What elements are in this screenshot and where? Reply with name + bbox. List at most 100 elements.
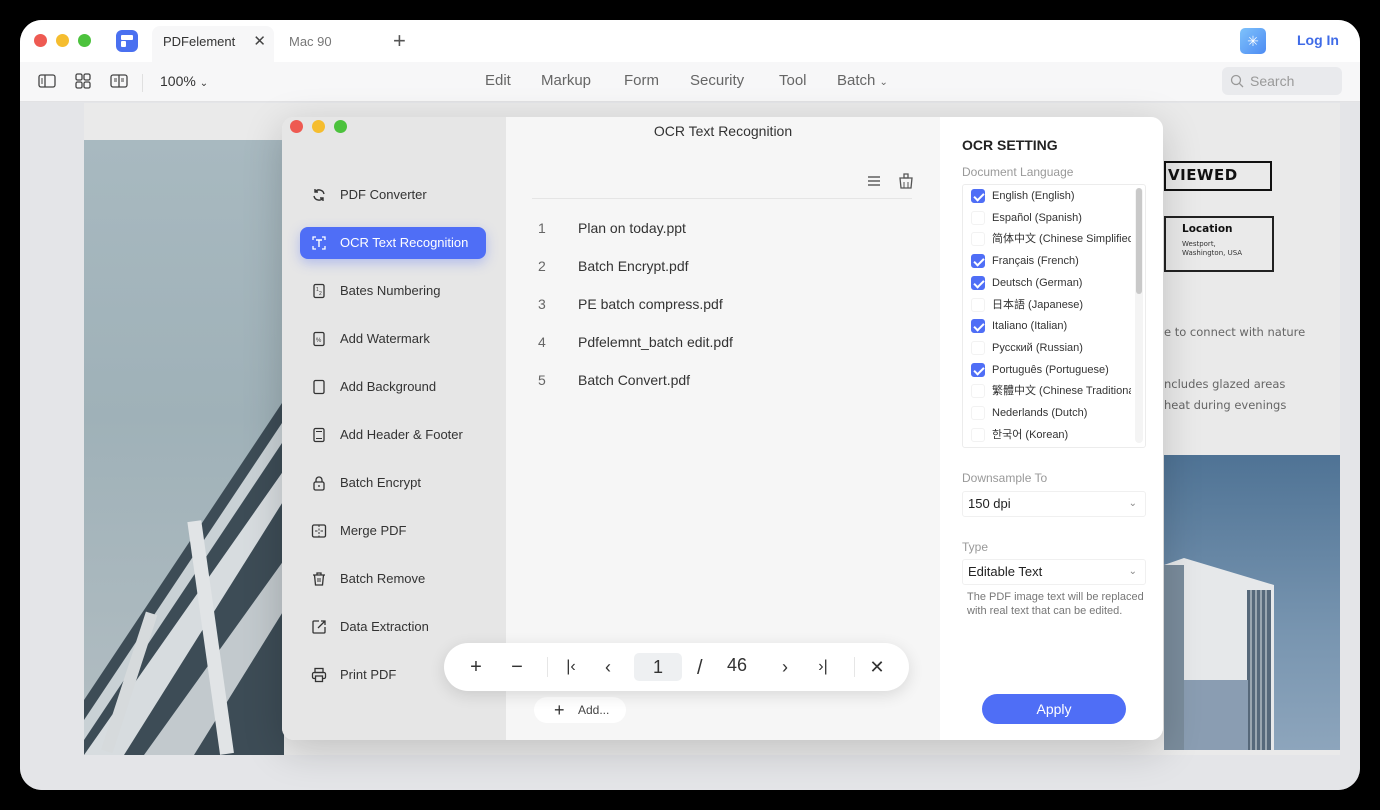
search-input[interactable]: Search — [1222, 67, 1342, 95]
export-icon — [312, 620, 326, 634]
downsample-select[interactable]: 150 dpi ⌄ — [962, 491, 1146, 517]
apply-button[interactable]: Apply — [982, 694, 1126, 724]
language-checkbox[interactable] — [971, 232, 985, 247]
sidebar-toggle-icon[interactable] — [38, 73, 56, 89]
menu-security[interactable]: Security — [690, 72, 744, 89]
add-files-label: Add... — [578, 703, 610, 717]
language-checkbox[interactable] — [971, 275, 985, 290]
tab-mac-90[interactable]: Mac 90 — [276, 26, 396, 62]
new-tab-plus-icon[interactable]: + — [393, 29, 406, 53]
clear-list-broom-icon[interactable] — [897, 172, 915, 190]
language-option[interactable]: Nederlands (Dutch) — [971, 403, 1131, 423]
sidebar-item-pdf-converter[interactable]: PDF Converter — [300, 179, 486, 211]
language-option[interactable]: Italiano (Italian) — [971, 316, 1131, 336]
location-line: Westport, — [1182, 240, 1216, 248]
language-option[interactable]: Português (Portuguese) — [971, 360, 1131, 380]
zoom-in-icon[interactable]: + — [464, 655, 488, 679]
next-page-icon[interactable]: › — [773, 655, 797, 679]
sidebar-item-data-extraction[interactable]: Data Extraction — [300, 611, 486, 643]
last-page-icon[interactable]: ›| — [811, 655, 835, 679]
sidebar-item-label: Batch Remove — [340, 571, 426, 586]
sidebar-item-ocr-text-recognition[interactable]: OCR Text Recognition — [300, 227, 486, 259]
language-checkbox[interactable] — [971, 297, 985, 312]
background-icon — [313, 379, 325, 395]
login-link[interactable]: Log In — [1297, 32, 1339, 48]
window-zoom-button[interactable] — [78, 34, 91, 47]
language-label: Italiano (Italian) — [992, 320, 1068, 333]
first-page-icon[interactable]: |‹ — [559, 655, 583, 679]
file-list-item[interactable]: 4 Pdfelemnt_batch edit.pdf — [538, 334, 918, 354]
language-checkbox[interactable] — [971, 319, 985, 334]
language-list-scrollbar[interactable] — [1135, 188, 1143, 443]
previous-page-icon[interactable]: ‹ — [596, 655, 620, 679]
menu-form[interactable]: Form — [624, 72, 659, 89]
location-line: Washington, USA — [1182, 249, 1243, 257]
file-list-item[interactable]: 2 Batch Encrypt.pdf — [538, 258, 918, 278]
window-close-button[interactable] — [34, 34, 47, 47]
language-option[interactable]: Español (Spanish) — [971, 208, 1131, 228]
two-page-view-icon[interactable] — [110, 73, 128, 89]
zoom-dropdown[interactable]: 100% ⌄ — [160, 73, 208, 89]
sidebar-item-merge-pdf[interactable]: Merge PDF — [300, 515, 486, 547]
language-option[interactable]: Français (French) — [971, 251, 1131, 271]
file-list-item[interactable]: 1 Plan on today.ppt — [538, 220, 918, 240]
toolbar: 100% ⌄ Edit Markup Form Security Tool Ba… — [20, 62, 1360, 102]
window-minimize-button[interactable] — [56, 34, 69, 47]
menu-batch[interactable]: Batch ⌄ — [837, 72, 888, 89]
language-option[interactable]: Deutsch (German) — [971, 273, 1131, 293]
tab-close-icon[interactable]: ✕ — [253, 26, 266, 58]
doc-paragraph-text: heat during evenings — [1164, 398, 1287, 412]
type-select[interactable]: Editable Text ⌄ — [962, 559, 1146, 585]
file-list-item[interactable]: 3 PE batch compress.pdf — [538, 296, 918, 316]
language-list[interactable]: English (English) Español (Spanish) 简体中文 (… — [962, 184, 1146, 448]
language-label: 日本語 (Japanese) — [992, 298, 1084, 311]
tab-label: PDFelement — [163, 34, 236, 49]
thumbnail-grid-icon[interactable] — [74, 73, 92, 89]
language-checkbox[interactable] — [971, 340, 985, 355]
pager-divider — [547, 657, 548, 677]
downsample-label: Downsample To — [962, 471, 1048, 485]
language-checkbox[interactable] — [971, 254, 985, 269]
sidebar-item-bates-numbering[interactable]: 12 Bates Numbering — [300, 275, 486, 307]
language-option[interactable]: 繁體中文 (Chinese Traditional) — [971, 381, 1131, 401]
language-option[interactable]: 日本語 (Japanese) — [971, 295, 1131, 315]
language-checkbox[interactable] — [971, 210, 985, 225]
menu-edit[interactable]: Edit — [485, 72, 511, 89]
language-option[interactable]: 한국어 (Korean) — [971, 425, 1131, 445]
language-checkbox[interactable] — [971, 406, 985, 420]
sidebar-item-batch-encrypt[interactable]: Batch Encrypt — [300, 467, 486, 499]
dialog-minimize-button[interactable] — [312, 120, 325, 133]
zoom-out-icon[interactable]: − — [505, 655, 529, 679]
add-files-button[interactable]: + Add... — [534, 697, 626, 723]
scroll-thumb[interactable] — [1136, 188, 1142, 294]
location-title: Location — [1182, 223, 1233, 235]
dialog-zoom-button[interactable] — [334, 120, 347, 133]
file-list-item[interactable]: 5 Batch Convert.pdf — [538, 372, 918, 392]
page-number-input[interactable]: 1 — [634, 653, 682, 681]
file-name: Pdfelemnt_batch edit.pdf — [578, 334, 733, 350]
language-checkbox[interactable] — [971, 189, 985, 203]
list-menu-icon[interactable] — [865, 172, 883, 190]
list-divider — [532, 198, 912, 199]
ai-assistant-icon[interactable]: ✳ — [1240, 28, 1266, 54]
close-pager-icon[interactable]: ✕ — [865, 655, 889, 679]
sidebar-item-label: Add Watermark — [340, 331, 430, 346]
sidebar-item-add-header-footer[interactable]: Add Header & Footer — [300, 419, 486, 451]
sidebar-item-batch-remove[interactable]: Batch Remove — [300, 563, 486, 595]
chevron-down-icon: ⌄ — [1128, 566, 1137, 577]
ocr-icon — [312, 236, 326, 250]
sidebar-item-add-background[interactable]: Add Background — [300, 371, 486, 403]
language-checkbox[interactable] — [971, 384, 985, 399]
tab-pdfelement[interactable]: PDFelement ✕ — [152, 26, 274, 62]
language-checkbox[interactable] — [971, 427, 985, 442]
language-option[interactable]: English (English) — [971, 186, 1131, 206]
language-checkbox[interactable] — [971, 362, 985, 377]
sidebar-item-add-watermark[interactable]: % Add Watermark — [300, 323, 486, 355]
language-option[interactable]: Русский (Russian) — [971, 338, 1131, 358]
doc-paragraph-text: ncludes glazed areas — [1164, 377, 1286, 391]
menu-tool[interactable]: Tool — [779, 72, 807, 89]
language-option[interactable]: 简体中文 (Chinese Simplified) — [971, 229, 1131, 249]
menu-markup[interactable]: Markup — [541, 72, 591, 89]
dialog-close-button[interactable] — [290, 120, 303, 133]
ocr-settings-panel: OCR SETTING Document Language English (E… — [940, 117, 1163, 740]
